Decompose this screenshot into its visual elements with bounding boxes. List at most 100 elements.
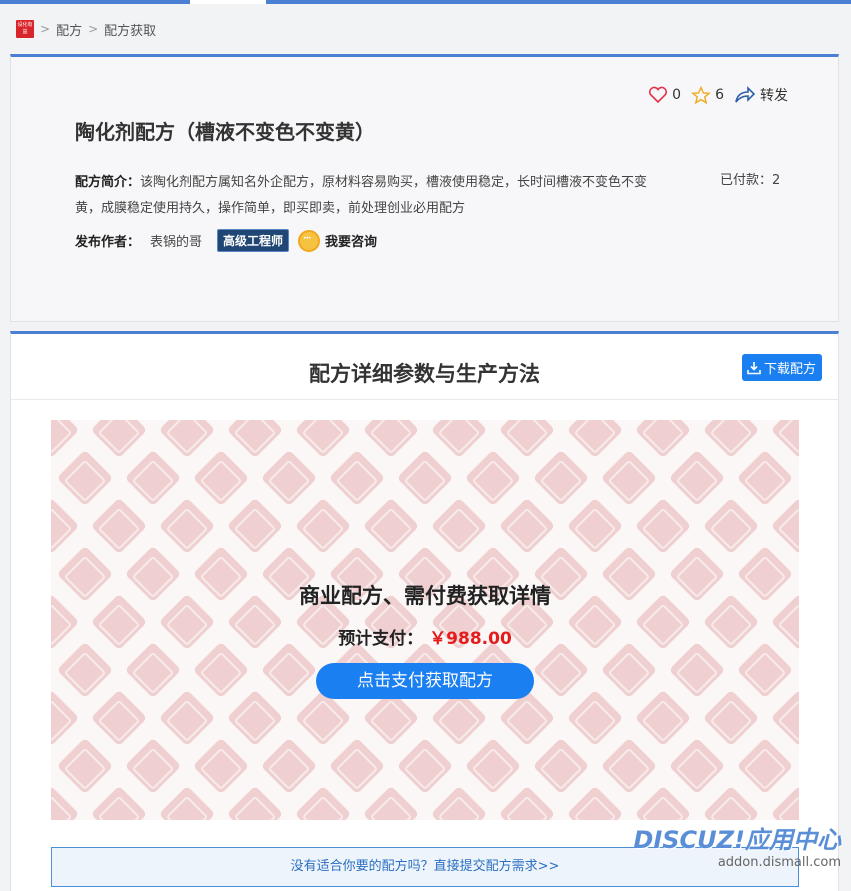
watermark-stamp-icon — [295, 498, 352, 555]
watermark-stamp-icon — [567, 498, 624, 555]
chevron-right-icon: > — [88, 22, 98, 36]
breadcrumb-item-formula-get[interactable]: 配方获取 — [104, 20, 156, 39]
watermark-stamp-icon — [51, 498, 79, 555]
watermark-stamp-icon — [193, 450, 250, 507]
breadcrumb-item-formula[interactable]: 配方 — [56, 20, 82, 39]
watermark-stamp-icon — [533, 450, 590, 507]
watermark-stamp-icon — [125, 738, 182, 795]
watermark-stamp-icon — [51, 786, 79, 820]
watermark-stamp-icon — [91, 498, 148, 555]
watermark-stamp-icon — [91, 420, 148, 458]
watermark-stamp-icon — [703, 420, 760, 458]
watermark-stamp-icon — [397, 450, 454, 507]
corner-watermark: DISCUZ!应用中心 addon.dismall.com — [633, 820, 841, 870]
watermark-stamp-icon — [771, 786, 799, 820]
watermark-stamp-icon — [601, 450, 658, 507]
like-count: 0 — [672, 87, 681, 103]
watermark-stamp-icon — [261, 450, 318, 507]
watermark-stamp-icon — [57, 738, 114, 795]
details-header: 配方详细参数与生产方法 下载配方 — [11, 334, 838, 400]
watermark-stamp-icon — [635, 786, 692, 820]
price-label: 预计支付： — [338, 629, 423, 649]
author-name[interactable]: 表锅的哥 — [150, 231, 202, 250]
watermark-stamp-icon — [295, 786, 352, 820]
share-button[interactable]: 转发 — [734, 85, 788, 105]
watermark-stamp-icon — [771, 498, 799, 555]
watermark-stamp-icon — [601, 738, 658, 795]
watermark-stamp-icon — [329, 450, 386, 507]
favorite-button[interactable]: 6 — [691, 86, 724, 105]
download-icon — [746, 361, 762, 375]
watermark-stamp-icon — [295, 420, 352, 458]
watermark-stamp-icon — [227, 498, 284, 555]
watermark-stamp-icon — [159, 498, 216, 555]
watermark-stamp-icon — [51, 420, 79, 458]
watermark-stamp-icon — [397, 738, 454, 795]
watermark-stamp-icon — [703, 498, 760, 555]
author-row: 发布作者： 表锅的哥 高级工程师 我要咨询 — [75, 229, 377, 252]
watermark-stamp-icon — [91, 786, 148, 820]
watermark-stamp-icon — [227, 786, 284, 820]
paywall: 商业配方、需付费获取详情 预计支付： ￥988.00 点击支付获取配方 — [51, 580, 799, 699]
watermark-stamp-icon — [771, 420, 799, 458]
watermark-stamp-icon — [567, 786, 624, 820]
download-button[interactable]: 下载配方 — [742, 354, 822, 381]
watermark-stamp-icon — [499, 786, 556, 820]
watermark-stamp-icon — [329, 738, 386, 795]
watermark-stamp-icon — [261, 738, 318, 795]
active-tab-indicator — [190, 0, 266, 4]
consult-label: 我要咨询 — [325, 231, 377, 250]
paywall-title: 商业配方、需付费获取详情 — [51, 580, 799, 610]
corner-watermark-brand: DISCUZ!应用中心 — [633, 820, 841, 855]
favorite-count: 6 — [715, 87, 724, 103]
watermark-stamp-icon — [125, 450, 182, 507]
pay-button[interactable]: 点击支付获取配方 — [316, 663, 534, 699]
like-button[interactable]: 0 — [648, 86, 681, 104]
formula-summary-card: 0 6 转发 陶化剂配方（槽液不变色不变黄） 已付款：2 配方简介：该陶化剂配方… — [10, 54, 839, 322]
watermark-stamp-icon — [567, 420, 624, 458]
share-arrow-icon — [734, 86, 756, 104]
engineer-badge: 高级工程师 — [217, 229, 289, 252]
chat-bubble-icon — [298, 230, 320, 252]
watermark-stamp-icon — [431, 786, 488, 820]
watermark-stamp-icon — [635, 498, 692, 555]
watermark-stamp-icon — [669, 738, 726, 795]
formula-details-card: 配方详细参数与生产方法 下载配方 商业配方、需付费获取详情 预计支付： ￥988.… — [10, 331, 839, 891]
watermark-stamp-icon — [737, 450, 794, 507]
site-logo-icon[interactable]: 设化有益 — [16, 20, 34, 38]
watermark-stamp-icon — [193, 738, 250, 795]
watermark-stamp-icon — [703, 786, 760, 820]
watermark-stamp-icon — [499, 498, 556, 555]
price-value: ￥988.00 — [429, 629, 512, 649]
watermark-stamp-icon — [159, 420, 216, 458]
watermark-stamp-icon — [533, 738, 590, 795]
breadcrumb: 设化有益 > 配方 > 配方获取 — [16, 19, 156, 39]
corner-watermark-url: addon.dismall.com — [633, 855, 841, 870]
intro-label: 配方简介： — [75, 175, 140, 190]
watermark-stamp-icon — [363, 786, 420, 820]
watermark-stamp-icon — [465, 738, 522, 795]
watermark-stamp-icon — [159, 786, 216, 820]
formula-title: 陶化剂配方（槽液不变色不变黄） — [75, 116, 375, 145]
watermark-stamp-icon — [635, 420, 692, 458]
chevron-right-icon: > — [40, 22, 50, 36]
watermark-stamp-icon — [465, 450, 522, 507]
watermark-stamp-icon — [57, 450, 114, 507]
watermark-stamp-icon — [363, 420, 420, 458]
section-title: 配方详细参数与生产方法 — [11, 358, 838, 388]
consult-button[interactable]: 我要咨询 — [298, 230, 377, 252]
download-label: 下载配方 — [764, 358, 816, 377]
price-row: 预计支付： ￥988.00 — [51, 624, 799, 649]
watermark-stamp-icon — [431, 420, 488, 458]
author-label: 发布作者： — [75, 231, 140, 250]
intro-text: 该陶化剂配方属知名外企配方，原材料容易购买，槽液使用稳定，长时间槽液不变色不变黄… — [75, 175, 647, 216]
top-accent-bar — [0, 0, 851, 4]
watermark-stamp-icon — [431, 498, 488, 555]
star-icon — [691, 86, 711, 105]
paid-count: 已付款：2 — [720, 169, 780, 188]
heart-icon — [648, 86, 668, 104]
action-bar: 0 6 转发 — [638, 85, 788, 105]
watermark-stamp-icon — [363, 498, 420, 555]
watermark-stamp-icon — [737, 738, 794, 795]
watermark-stamp-icon — [669, 450, 726, 507]
